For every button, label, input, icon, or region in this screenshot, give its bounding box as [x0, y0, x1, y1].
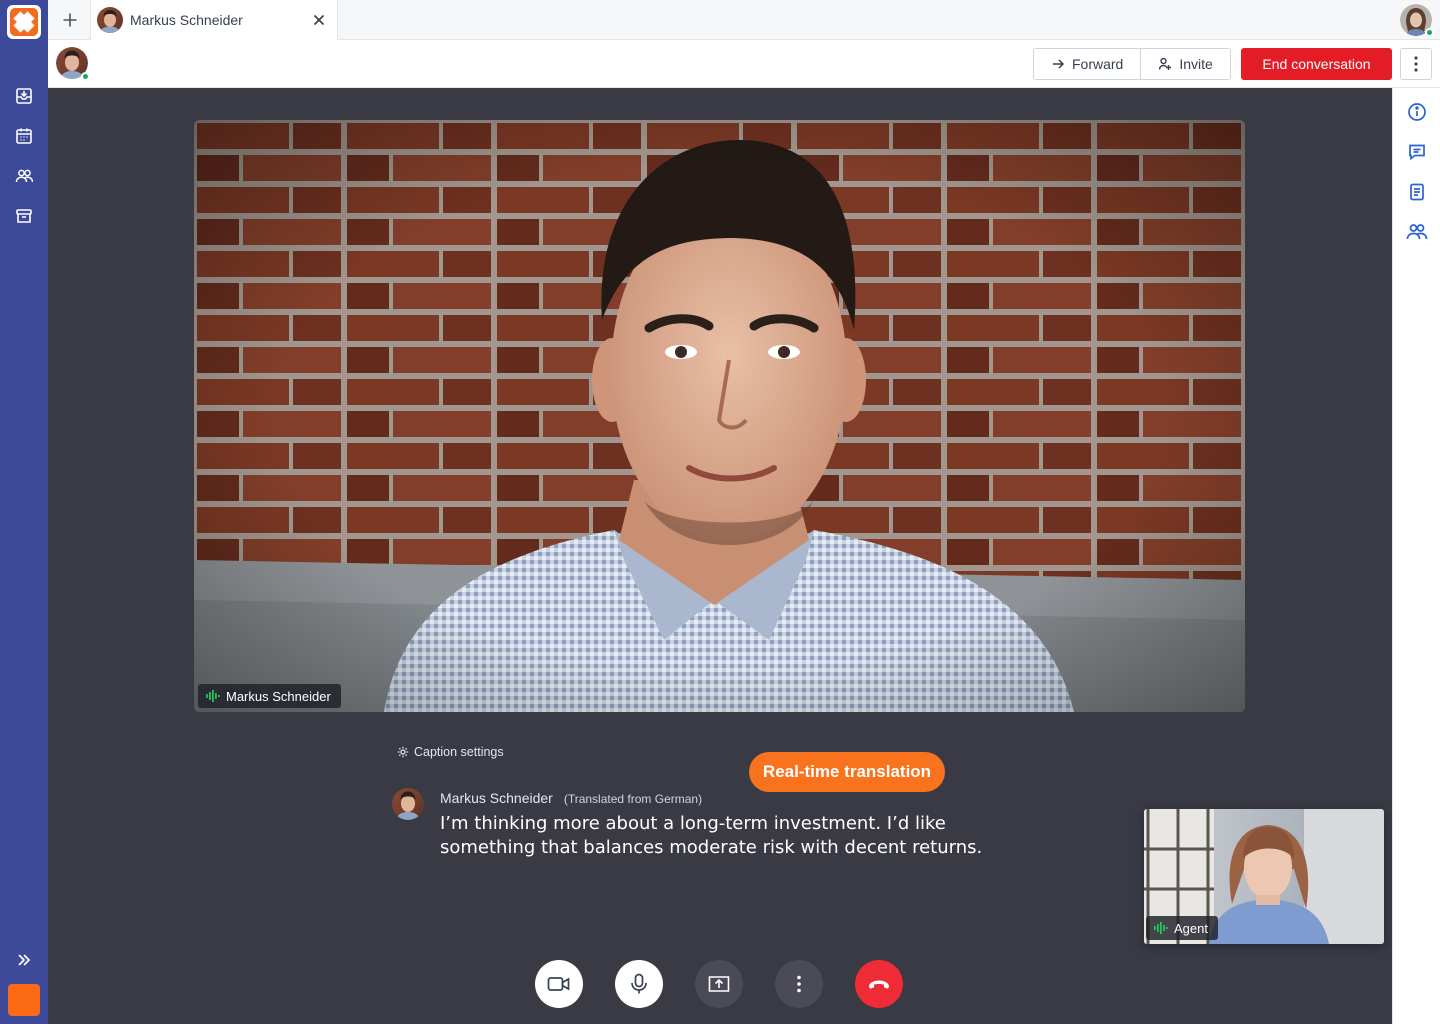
video-camera-icon [547, 977, 570, 991]
toggle-microphone-button[interactable] [615, 960, 663, 1008]
chat-icon[interactable] [1405, 140, 1429, 164]
logo-mark-icon [10, 8, 38, 36]
gear-icon [397, 746, 409, 758]
real-time-translation-callout: Real-time translation [749, 752, 945, 792]
right-side-panel [1392, 88, 1440, 1024]
vertical-dots-icon [797, 975, 801, 993]
vertical-dots-icon [1414, 56, 1418, 72]
tab-title: Markus Schneider [130, 12, 243, 28]
expand-sidebar-icon[interactable] [14, 950, 34, 970]
tab-bar: Markus Schneider [48, 0, 1440, 40]
more-options-button[interactable] [1400, 48, 1432, 80]
tab-conversation[interactable]: Markus Schneider [90, 0, 338, 40]
conversation-actions: Forward Invite [1033, 48, 1231, 80]
caption-settings-label: Caption settings [414, 745, 504, 759]
agent-name-tag: Agent [1146, 916, 1218, 940]
calendar-icon[interactable] [14, 126, 34, 146]
new-tab-button[interactable] [56, 6, 84, 34]
remote-video-image [194, 120, 1245, 712]
video-stage: Markus Schneider Caption settings Real-t… [48, 88, 1392, 1024]
contact-online-indicator [81, 72, 90, 81]
caption-speaker: Markus Schneider [440, 790, 553, 806]
participants-icon[interactable] [1405, 220, 1429, 244]
forward-button[interactable]: Forward [1034, 49, 1141, 79]
caption-settings-link[interactable]: Caption settings [397, 745, 504, 759]
left-navigation-rail [0, 0, 48, 1024]
translation-note: (Translated from German) [563, 792, 703, 806]
more-call-options-button[interactable] [775, 960, 823, 1008]
caption-header: Markus Schneider (Translated from German… [440, 790, 702, 806]
arrow-right-icon [1053, 59, 1065, 69]
add-user-icon [1159, 57, 1172, 70]
microphone-icon [631, 973, 647, 994]
inbox-icon[interactable] [14, 86, 34, 106]
conversation-toolbar: Forward Invite End conversation [48, 40, 1440, 88]
contact-avatar[interactable] [56, 47, 90, 81]
avatar [97, 7, 123, 33]
avatar [392, 788, 424, 820]
app-launcher-button[interactable] [8, 984, 40, 1016]
forward-label: Forward [1072, 56, 1124, 72]
info-icon[interactable] [1405, 100, 1429, 124]
participant-name-tag: Markus Schneider [198, 684, 341, 708]
close-tab-icon[interactable] [307, 8, 331, 32]
plus-icon [63, 13, 77, 27]
agent-name: Agent [1174, 920, 1208, 936]
hang-up-button[interactable] [855, 960, 903, 1008]
local-video-preview[interactable]: Agent [1144, 809, 1384, 944]
invite-button[interactable]: Invite [1140, 49, 1230, 79]
invite-label: Invite [1179, 56, 1213, 72]
current-user-avatar[interactable] [1400, 4, 1434, 37]
toggle-camera-button[interactable] [535, 960, 583, 1008]
share-screen-button[interactable] [695, 960, 743, 1008]
share-screen-icon [708, 976, 730, 992]
participant-name: Markus Schneider [226, 688, 331, 704]
online-status-indicator [1425, 28, 1434, 37]
remote-video-feed[interactable]: Markus Schneider [194, 120, 1245, 712]
audio-level-icon [1154, 922, 1168, 934]
hang-up-icon [869, 980, 889, 989]
caption-text: I’m thinking more about a long-term inve… [440, 813, 983, 858]
end-conversation-button[interactable]: End conversation [1241, 48, 1392, 80]
app-logo[interactable] [7, 5, 41, 39]
notes-icon[interactable] [1405, 180, 1429, 204]
archive-icon[interactable] [14, 206, 34, 226]
audio-level-icon [206, 690, 220, 702]
contacts-icon[interactable] [14, 166, 34, 186]
